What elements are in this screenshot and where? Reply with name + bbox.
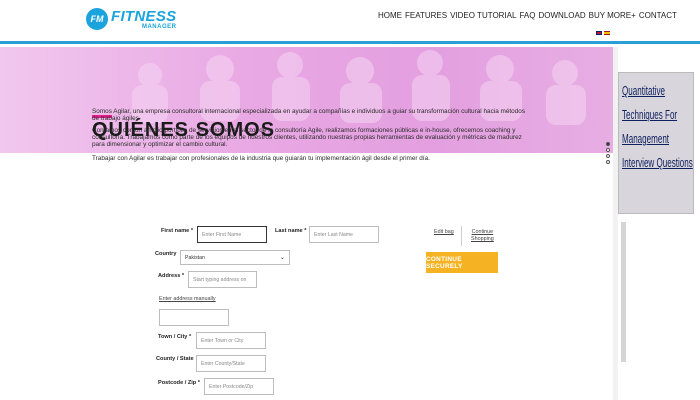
scrollbar-thumb[interactable] [621,222,626,362]
ad-headline[interactable]: Quantitative Techniques For Management I… [622,79,695,175]
about-paragraph-1: Somos Agilar, una empresa consultoral in… [92,108,526,123]
slider-dot-1[interactable] [606,142,610,146]
country-selected-value: Pakistan [185,254,205,261]
last-name-input[interactable]: Enter Last Name [309,226,379,243]
continue-shopping-link[interactable]: Continue Shopping [471,229,494,243]
logo-main-text: FITNESS [111,7,177,25]
continue-shopping-line-1: Continue [471,229,494,235]
county-input[interactable]: Enter County/State [196,355,266,372]
town-input[interactable]: Enter Town or City [196,332,266,349]
slider-dots [606,142,610,164]
slider-dot-4[interactable] [606,160,610,164]
first-name-label: First name * [161,228,194,234]
sidebar-ad[interactable]: Quantitative Techniques For Management I… [618,72,694,214]
nav-features[interactable]: FEATURES [405,11,447,20]
slider-dot-3[interactable] [606,154,610,158]
postcode-label: Postcode / Zip * [158,380,200,386]
last-name-label: Last name * [275,228,307,234]
logo-text: FITNESS MANAGER [111,9,176,30]
town-label: Town / City * [158,334,192,340]
chevron-down-icon: ⌄ [279,255,285,261]
enter-address-manually-link[interactable]: Enter address manually [159,296,216,302]
main-nav: HOME FEATURES VIDEO TUTORIAL FAQ DOWNLOA… [378,11,677,20]
nav-download[interactable]: DOWNLOAD [538,11,585,20]
address-input[interactable]: Start typing address on [188,271,257,288]
country-select[interactable]: Pakistan ⌄ [180,250,290,265]
nav-buy-more[interactable]: BUY MORE+ [589,11,636,20]
nav-contact[interactable]: CONTACT [639,11,677,20]
continue-securely-button[interactable]: CONTINUE SECURELY [426,252,498,273]
country-label: Country [155,251,177,257]
county-label: County / State [156,356,194,362]
address-label: Address * [158,273,185,279]
nav-video-tutorial[interactable]: VIDEO TUTORIAL [450,11,516,20]
first-name-input[interactable]: Enter First Name [197,226,267,243]
about-paragraph-2: Contamos con un amplio portfolio de serv… [92,127,522,149]
nav-home[interactable]: HOME [378,11,402,20]
nav-faq[interactable]: FAQ [519,11,535,20]
manual-address-input[interactable] [159,309,229,326]
site-logo[interactable]: FM FITNESS MANAGER [86,6,176,32]
about-paragraph-3: Trabajar con Agilar es trabajar con prof… [92,155,430,162]
slider-dot-2[interactable] [606,148,610,152]
edit-bag-link[interactable]: Edit bag [434,229,454,235]
language-switcher [596,31,610,35]
logo-mark: FM [86,8,108,30]
postcode-input[interactable]: Enter Postcode/Zip [204,378,274,395]
logo-sub-text: MANAGER [141,23,177,30]
uk-flag-icon[interactable] [596,31,602,35]
continue-shopping-line-2: Shopping [471,236,494,242]
cart-links-divider [461,226,462,246]
spain-flag-icon[interactable] [604,31,610,35]
site-header: FM FITNESS MANAGER HOME FEATURES VIDEO T… [0,0,700,44]
